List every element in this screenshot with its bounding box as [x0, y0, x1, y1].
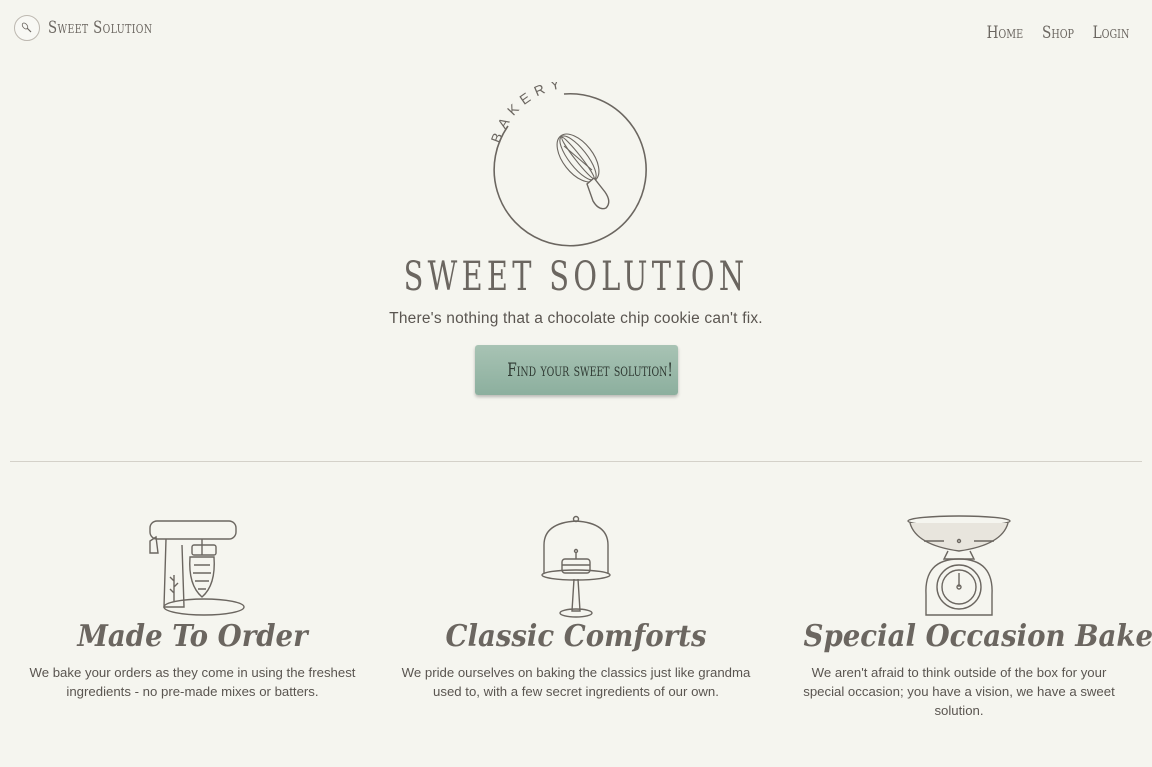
- features: Made To Order We bake your orders as the…: [0, 515, 1152, 745]
- cake-stand-icon: [541, 515, 611, 618]
- brand-link[interactable]: Sweet Solution: [14, 15, 182, 41]
- feature-special-occasion: Special Occasion Bakes We aren't afraid …: [790, 515, 1152, 720]
- nav-home-link[interactable]: Home: [987, 23, 1024, 43]
- whisk-logo-icon: [14, 15, 40, 41]
- kitchen-scale-icon: [907, 515, 1011, 616]
- hero-tagline: There's nothing that a chocolate chip co…: [389, 310, 763, 327]
- nav-shop-link[interactable]: Shop: [1042, 23, 1074, 43]
- feature-text: We aren't afraid to think outside of the…: [803, 665, 1115, 718]
- hero-title: SWEET SOLUTION: [403, 254, 749, 300]
- find-solution-button[interactable]: Find your sweet solution!: [474, 345, 678, 395]
- feature-text: We bake your orders as they come in usin…: [29, 665, 356, 699]
- nav-login-link[interactable]: Login: [1093, 23, 1130, 43]
- stand-mixer-icon: [148, 520, 245, 616]
- feature-text: We pride ourselves on baking the classic…: [401, 665, 751, 699]
- navbar: Sweet Solution Home Shop Login: [0, 0, 1152, 56]
- hero: BAKERY SWEET SOLUTION There's nothing th…: [0, 82, 1152, 395]
- bakery-arc-text: BAKERY: [487, 82, 567, 145]
- whisk-icon: [556, 133, 610, 210]
- nav-links: Home Shop Login: [982, 23, 1134, 43]
- feature-title: Classic Comforts: [445, 619, 707, 654]
- section-divider: [10, 461, 1142, 462]
- feature-title: Special Occasion Bakes: [803, 619, 1152, 654]
- bakery-whisk-logo: BAKERY: [487, 82, 647, 247]
- feature-classic-comforts: Classic Comforts We pride ourselves on b…: [399, 515, 753, 701]
- brand-name: Sweet Solution: [48, 18, 153, 38]
- feature-title: Made To Order: [77, 619, 308, 654]
- cta-label: Find your sweet solution!: [506, 359, 673, 381]
- feature-made-to-order: Made To Order We bake your orders as the…: [10, 515, 375, 701]
